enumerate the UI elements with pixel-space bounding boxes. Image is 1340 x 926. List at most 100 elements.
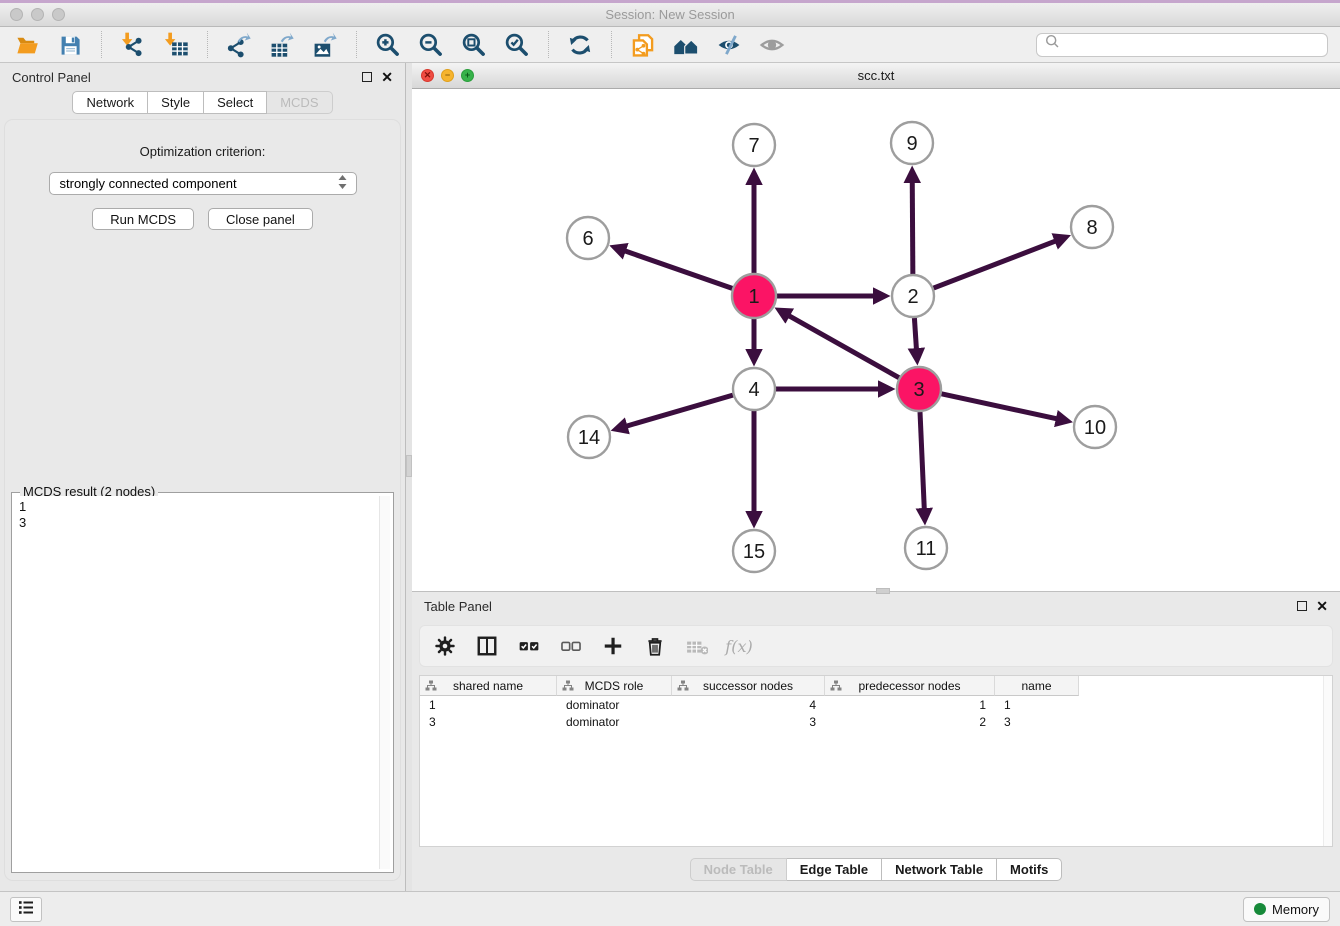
result-scrollbar[interactable] [379, 496, 390, 869]
open-folder-icon[interactable] [12, 31, 42, 59]
trash-icon[interactable] [644, 635, 666, 657]
tab-mcds[interactable]: MCDS [267, 91, 332, 114]
cell-predecessor-nodes[interactable]: 1 [825, 698, 995, 712]
svg-text:10: 10 [1084, 417, 1106, 439]
edge-2-8[interactable] [934, 241, 1056, 288]
node-4[interactable]: 4 [733, 368, 775, 410]
mcds-result-value: 1 [19, 499, 375, 515]
edge-3-1[interactable] [789, 316, 899, 378]
control-panel-title: Control Panel [12, 70, 91, 85]
tab-select[interactable]: Select [204, 91, 267, 114]
svg-text:3: 3 [913, 379, 924, 401]
cell-name[interactable]: 1 [995, 698, 1079, 712]
import-table-icon[interactable] [161, 31, 191, 59]
node-8[interactable]: 8 [1071, 206, 1113, 248]
add-icon[interactable] [602, 635, 624, 657]
edge-3-11[interactable] [920, 412, 924, 509]
cell-predecessor-nodes[interactable]: 2 [825, 715, 995, 729]
hide-graphics-detail-icon[interactable] [714, 31, 744, 59]
network-minimize-button[interactable]: − [441, 69, 454, 82]
node-9[interactable]: 9 [891, 122, 933, 164]
clone-network-icon[interactable] [628, 31, 658, 59]
svg-text:15: 15 [743, 541, 765, 563]
edge-2-9[interactable] [912, 182, 913, 274]
column-header-successor-nodes[interactable]: successor nodes [672, 676, 825, 696]
edge-2-3[interactable] [914, 318, 916, 349]
tab-network-table[interactable]: Network Table [882, 858, 997, 881]
float-panel-icon[interactable] [362, 72, 372, 82]
node-10[interactable]: 10 [1074, 406, 1116, 448]
tab-edge-table[interactable]: Edge Table [787, 858, 882, 881]
node-6[interactable]: 6 [567, 217, 609, 259]
control-panel-header: Control Panel ✕ [0, 63, 405, 91]
float-table-panel-icon[interactable] [1297, 601, 1307, 611]
node-3[interactable]: 3 [897, 367, 941, 411]
node-1[interactable]: 1 [732, 274, 776, 318]
network-overview-icon[interactable] [671, 31, 701, 59]
edge-3-10[interactable] [941, 394, 1056, 419]
refresh-icon[interactable] [565, 31, 595, 59]
svg-text:14: 14 [578, 427, 600, 449]
toolbar-separator [101, 31, 102, 58]
panel-divider[interactable] [405, 63, 412, 891]
column-header-predecessor-nodes[interactable]: predecessor nodes [825, 676, 995, 696]
export-image-icon[interactable] [310, 31, 340, 59]
tab-node-table[interactable]: Node Table [690, 858, 787, 881]
export-table-icon[interactable] [267, 31, 297, 59]
memory-status-icon [1254, 903, 1266, 915]
table-row[interactable]: 1dominator411 [420, 696, 1332, 713]
network-zoom-button[interactable]: + [461, 69, 474, 82]
window-title: Session: New Session [0, 7, 1340, 22]
network-canvas[interactable]: 7 9 6 8 1 2 4 3 14 10 15 11 [412, 89, 1340, 591]
task-history-button[interactable] [10, 897, 42, 922]
svg-text:8: 8 [1086, 217, 1097, 239]
close-panel-icon[interactable]: ✕ [381, 72, 393, 82]
import-network-icon[interactable] [118, 31, 148, 59]
node-2[interactable]: 2 [892, 275, 934, 317]
cell-MCDS-role[interactable]: dominator [557, 715, 672, 729]
deselect-all-icon[interactable] [560, 635, 582, 657]
node-15[interactable]: 15 [733, 530, 775, 572]
tab-style[interactable]: Style [148, 91, 204, 114]
cell-successor-nodes[interactable]: 4 [672, 698, 825, 712]
network-close-button[interactable]: ✕ [421, 69, 434, 82]
tab-network[interactable]: Network [72, 91, 148, 114]
cell-successor-nodes[interactable]: 3 [672, 715, 825, 729]
edge-4-14[interactable] [627, 395, 733, 426]
zoom-fit-icon[interactable] [459, 31, 489, 59]
edge-1-6[interactable] [625, 251, 732, 288]
node-7[interactable]: 7 [733, 124, 775, 166]
table-scrollbar[interactable] [1323, 676, 1332, 846]
network-resize-grip[interactable] [876, 588, 890, 594]
run-mcds-button[interactable]: Run MCDS [92, 208, 194, 230]
search-box[interactable] [1036, 33, 1328, 57]
table-row[interactable]: 3dominator323 [420, 713, 1332, 730]
zoom-out-icon[interactable] [416, 31, 446, 59]
columns-icon[interactable] [476, 635, 498, 657]
cell-shared-name[interactable]: 3 [420, 715, 557, 729]
cell-MCDS-role[interactable]: dominator [557, 698, 672, 712]
cell-name[interactable]: 3 [995, 715, 1079, 729]
application-window: Session: New Session Control Panel ✕ Net… [0, 0, 1340, 926]
gear-icon[interactable] [434, 635, 456, 657]
save-icon[interactable] [55, 31, 85, 59]
column-header-name[interactable]: name [995, 676, 1079, 696]
zoom-in-icon[interactable] [373, 31, 403, 59]
tab-motifs[interactable]: Motifs [997, 858, 1062, 881]
node-14[interactable]: 14 [568, 416, 610, 458]
memory-button[interactable]: Memory [1243, 897, 1330, 922]
zoom-selected-icon[interactable] [502, 31, 532, 59]
cell-shared-name[interactable]: 1 [420, 698, 557, 712]
node-11[interactable]: 11 [905, 527, 947, 569]
close-table-panel-icon[interactable]: ✕ [1316, 601, 1328, 611]
select-all-icon[interactable] [518, 635, 540, 657]
column-header-shared-name[interactable]: shared name [420, 676, 557, 696]
search-input[interactable] [1067, 38, 1320, 52]
close-panel-button[interactable]: Close panel [208, 208, 313, 230]
svg-text:2: 2 [907, 286, 918, 308]
column-header-MCDS-role[interactable]: MCDS role [557, 676, 672, 696]
export-network-icon[interactable] [224, 31, 254, 59]
network-titlebar: scc.txt ✕ − + [412, 63, 1340, 89]
criterion-dropdown[interactable]: strongly connected component [49, 172, 357, 195]
mcds-panel: Optimization criterion: strongly connect… [4, 119, 401, 881]
